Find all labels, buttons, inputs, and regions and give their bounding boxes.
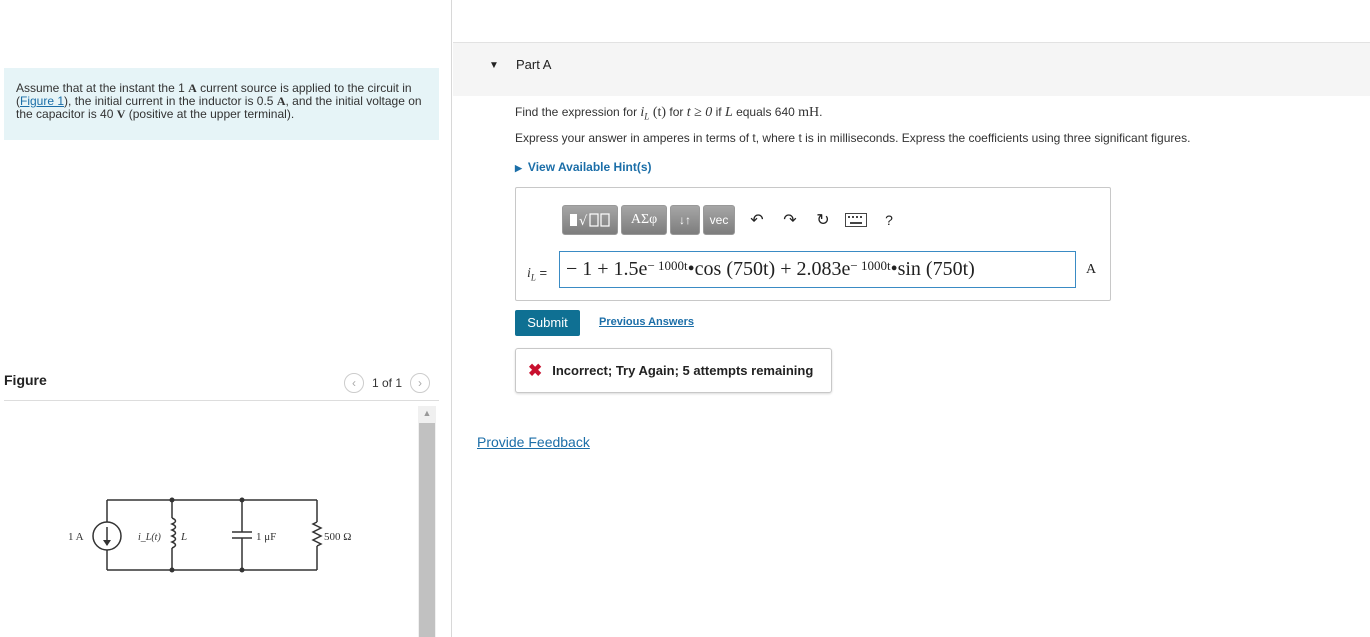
circuit-diagram: 1 A i_L(t) L 1 μF 500 Ω [68,497,351,573]
x-icon: ✖ [528,360,543,380]
undo-icon[interactable]: ↶ [742,205,772,235]
question-unit: mH [798,105,820,120]
help-button[interactable]: ? [874,205,904,235]
answer-lhs: iL = [527,265,547,283]
resistor-label: 500 Ω [324,531,351,543]
source-unit: A [188,81,197,95]
question-prefix: Find the expression for [515,105,641,119]
greek-button[interactable]: ΑΣφ [621,205,667,235]
figure-navigation: ‹ 1 of 1 › [344,373,431,393]
capacitor-label: 1 μF [256,531,276,543]
problem-statement: Assume that at the instant the 1 A curre… [4,68,439,140]
part-title: Part A [516,57,552,72]
previous-answers-link[interactable]: Previous Answers [599,316,694,328]
problem-text: ), the initial current in the inductor i… [64,94,277,108]
redo-icon[interactable]: ↷ [775,205,805,235]
question-arg: (t) [649,105,667,120]
caret-right-icon: ▶ [515,163,522,173]
arrows-button[interactable]: ↓↑ [670,205,700,235]
figure-scrollbar[interactable]: ▲ [418,406,436,637]
feedback-box: ✖ Incorrect; Try Again; 5 attempts remai… [515,348,832,393]
question-if: if [712,105,725,119]
caret-down-icon[interactable]: ▼ [489,60,499,71]
problem-text: Assume that at the instant the 1 [16,81,189,95]
feedback-message: Incorrect; Try Again; 5 attempts remaini… [552,363,814,378]
expr-term: − 1 + 1.5e [566,258,648,280]
chevron-right-icon[interactable]: › [410,373,431,393]
question-text: Find the expression for iL (t) for t ≥ 0… [515,105,822,121]
right-panel: ▼ Part A Find the expression for iL (t) … [453,0,1370,637]
question-equals: equals 640 [732,105,799,119]
hint-toggle[interactable]: ▶ View Available Hint(s) [515,160,652,174]
question-condition: t ≥ 0 [686,105,713,120]
math-toolbar: √ ΑΣφ ↓↑ vec ↶ ↷ ↻ ? [562,203,904,237]
figure-counter: 1 of 1 [372,376,403,390]
figure-label: Figure [4,372,47,388]
chevron-left-icon[interactable]: ‹ [344,373,364,393]
expr-dot: • [890,258,898,280]
inductor-label: L [180,531,187,543]
answer-unit: A [1086,262,1097,277]
answer-input[interactable]: − 1 + 1.5e − 1000t • cos (750t) + 2.083e −… [559,251,1076,288]
exponent: − 1000t [647,257,688,273]
hint-label: View Available Hint(s) [527,160,652,174]
exponent: − 1000t [850,257,891,273]
svg-text:√: √ [579,214,588,229]
provide-feedback-link[interactable]: Provide Feedback [477,434,590,450]
question-inductance-symbol: L [724,105,733,120]
scroll-up-arrow-icon[interactable]: ▲ [418,406,436,420]
problem-text: (positive at the upper terminal). [125,107,295,121]
expr-term: sin (750t) [897,258,975,280]
instructions: Express your answer in amperes in terms … [515,131,1191,145]
question-mid: for [666,105,687,119]
question-end: . [819,105,823,119]
left-panel: Assume that at the instant the 1 A curre… [0,0,452,637]
lhs-equals: = [535,265,548,280]
inductor-current-label: i_L(t) [138,532,161,543]
answer-box: √ ΑΣφ ↓↑ vec ↶ ↷ ↻ ? iL = − 1 + 1.5e − 10… [515,187,1111,301]
submit-button[interactable]: Submit [515,310,580,336]
source-label: 1 A [68,531,84,543]
keyboard-icon[interactable] [841,205,871,235]
scroll-thumb[interactable] [419,423,435,637]
figure-link[interactable]: Figure 1 [20,94,64,108]
part-header[interactable]: ▼ Part A [453,42,1370,96]
vec-button[interactable]: vec [703,205,735,235]
expr-dot: • [687,258,695,280]
expr-term: cos (750t) + 2.083e [694,258,851,280]
reset-icon[interactable]: ↻ [808,205,838,235]
divider [4,400,439,401]
templates-icon[interactable]: √ [562,205,618,235]
